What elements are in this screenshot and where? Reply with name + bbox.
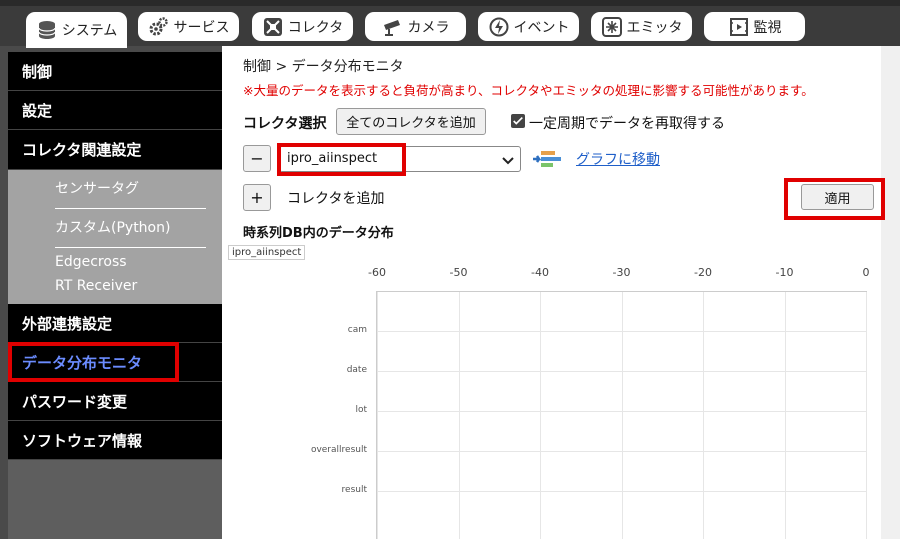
- x-tick-label: -60: [368, 266, 386, 279]
- sidebar-item-label: 外部連携設定: [22, 314, 113, 333]
- divider: [55, 247, 206, 248]
- breadcrumb: 制御 > データ分布モニタ: [243, 59, 404, 75]
- top-strip: [0, 0, 900, 6]
- scrollbar[interactable]: [881, 46, 900, 539]
- tab-emitter[interactable]: エミッタ: [591, 12, 692, 41]
- gears-icon: [148, 16, 170, 38]
- x-tick-label: -50: [449, 266, 468, 279]
- warning-text: ※大量のデータを表示すると負荷が高まり、コレクタやエミッタの処理に影響する可能性…: [243, 83, 814, 98]
- tab-service[interactable]: サービス: [138, 12, 239, 41]
- x-tick-label: 0: [862, 266, 870, 279]
- sidebar-item-software-info[interactable]: ソフトウェア情報: [8, 421, 222, 460]
- x-gridline: [377, 292, 378, 539]
- y-gridline: [377, 451, 866, 452]
- sidebar-subitem-edgecross[interactable]: Edgecross: [55, 254, 127, 270]
- emitter-icon: [601, 16, 623, 38]
- tab-camera[interactable]: カメラ: [365, 12, 466, 41]
- x-gridline: [622, 292, 623, 539]
- tab-label: イベント: [513, 19, 570, 36]
- tab-collector[interactable]: コレクタ: [252, 12, 353, 41]
- remove-collector-button[interactable]: −: [243, 145, 271, 172]
- sidebar-subitem-rt-receiver[interactable]: RT Receiver: [55, 278, 137, 294]
- x-gridline: [785, 292, 786, 539]
- sidebar-item-label: 設定: [22, 101, 53, 120]
- periodic-refresh-checkbox[interactable]: [511, 114, 525, 128]
- sidebar-item-label: パスワード変更: [22, 392, 128, 411]
- sidebar-item-label: ソフトウェア情報: [22, 431, 143, 450]
- camera-icon: [382, 16, 404, 38]
- x-gridline: [459, 292, 460, 539]
- sidebar-submenu: センサータグ カスタム(Python) Edgecross RT Receive…: [8, 170, 222, 304]
- y-gridline: [377, 371, 866, 372]
- highlight-box: [8, 342, 179, 382]
- x-tick-label: -30: [612, 266, 631, 279]
- tab-label: 監視: [753, 19, 782, 36]
- sidebar-subitem-sensor-tag[interactable]: センサータグ: [55, 178, 139, 198]
- y-category-label: overallresult: [310, 445, 367, 455]
- sidebar-item-label: コレクタ関連設定: [22, 141, 142, 159]
- graph-link[interactable]: グラフに移動: [576, 149, 660, 169]
- y-gridline: [377, 411, 866, 412]
- legend-tag: ipro_aiinspect: [228, 245, 306, 260]
- y-category-label: lot: [355, 405, 367, 415]
- check-icon: [513, 116, 523, 125]
- x-tick-label: -20: [694, 266, 712, 279]
- y-category-label: cam: [347, 325, 367, 335]
- add-all-collectors-button[interactable]: 全てのコレクタを追加: [336, 108, 486, 135]
- sidebar-item-external-integration[interactable]: 外部連携設定: [8, 304, 222, 343]
- tab-label: サービス: [173, 19, 230, 36]
- collector-icon: [262, 16, 284, 38]
- add-collector-button[interactable]: +: [243, 184, 271, 211]
- highlight-box: [784, 178, 885, 220]
- x-tick-label: -10: [775, 266, 794, 279]
- sidebar: 制御 設定 コレクタ関連設定 センサータグ カスタム(Python) Edgec…: [8, 52, 222, 539]
- tab-label: システム: [61, 23, 118, 39]
- tab-monitor[interactable]: 監視: [704, 12, 805, 41]
- x-gridline: [540, 292, 541, 539]
- graph-icon[interactable]: [533, 149, 567, 171]
- highlight-box: [277, 143, 406, 176]
- tab-label: エミッタ: [626, 19, 683, 36]
- collector-select-label: コレクタ選択: [243, 116, 327, 132]
- database-icon: [36, 19, 58, 41]
- y-gridline: [377, 491, 866, 492]
- monitor-icon: [728, 16, 750, 38]
- y-category-label: date: [346, 365, 367, 375]
- y-gridline: [377, 331, 866, 332]
- chevron-down-icon: [501, 153, 515, 167]
- periodic-refresh-label: 一定周期でデータを再取得する: [529, 116, 725, 132]
- sidebar-item-label: 制御: [22, 62, 53, 81]
- x-gridline: [866, 292, 867, 539]
- sidebar-subitem-custom-python[interactable]: カスタム(Python): [55, 217, 170, 237]
- sidebar-item-control[interactable]: 制御: [8, 52, 222, 91]
- tab-system[interactable]: システム: [26, 12, 127, 48]
- tab-label: カメラ: [407, 19, 450, 36]
- sidebar-item-settings[interactable]: 設定: [8, 91, 222, 130]
- sidebar-item-collector-settings[interactable]: コレクタ関連設定: [8, 130, 222, 170]
- sidebar-item-password-change[interactable]: パスワード変更: [8, 382, 222, 421]
- y-category-label: result: [341, 485, 367, 495]
- chart-section-title: 時系列DB内のデータ分布: [243, 226, 394, 241]
- event-icon: [488, 16, 510, 38]
- tab-event[interactable]: イベント: [478, 12, 579, 41]
- add-collector-label: コレクタを追加: [287, 191, 385, 207]
- x-gridline: [703, 292, 704, 539]
- divider: [55, 208, 206, 209]
- tab-label: コレクタ: [287, 19, 344, 36]
- x-tick-label: -40: [531, 266, 549, 279]
